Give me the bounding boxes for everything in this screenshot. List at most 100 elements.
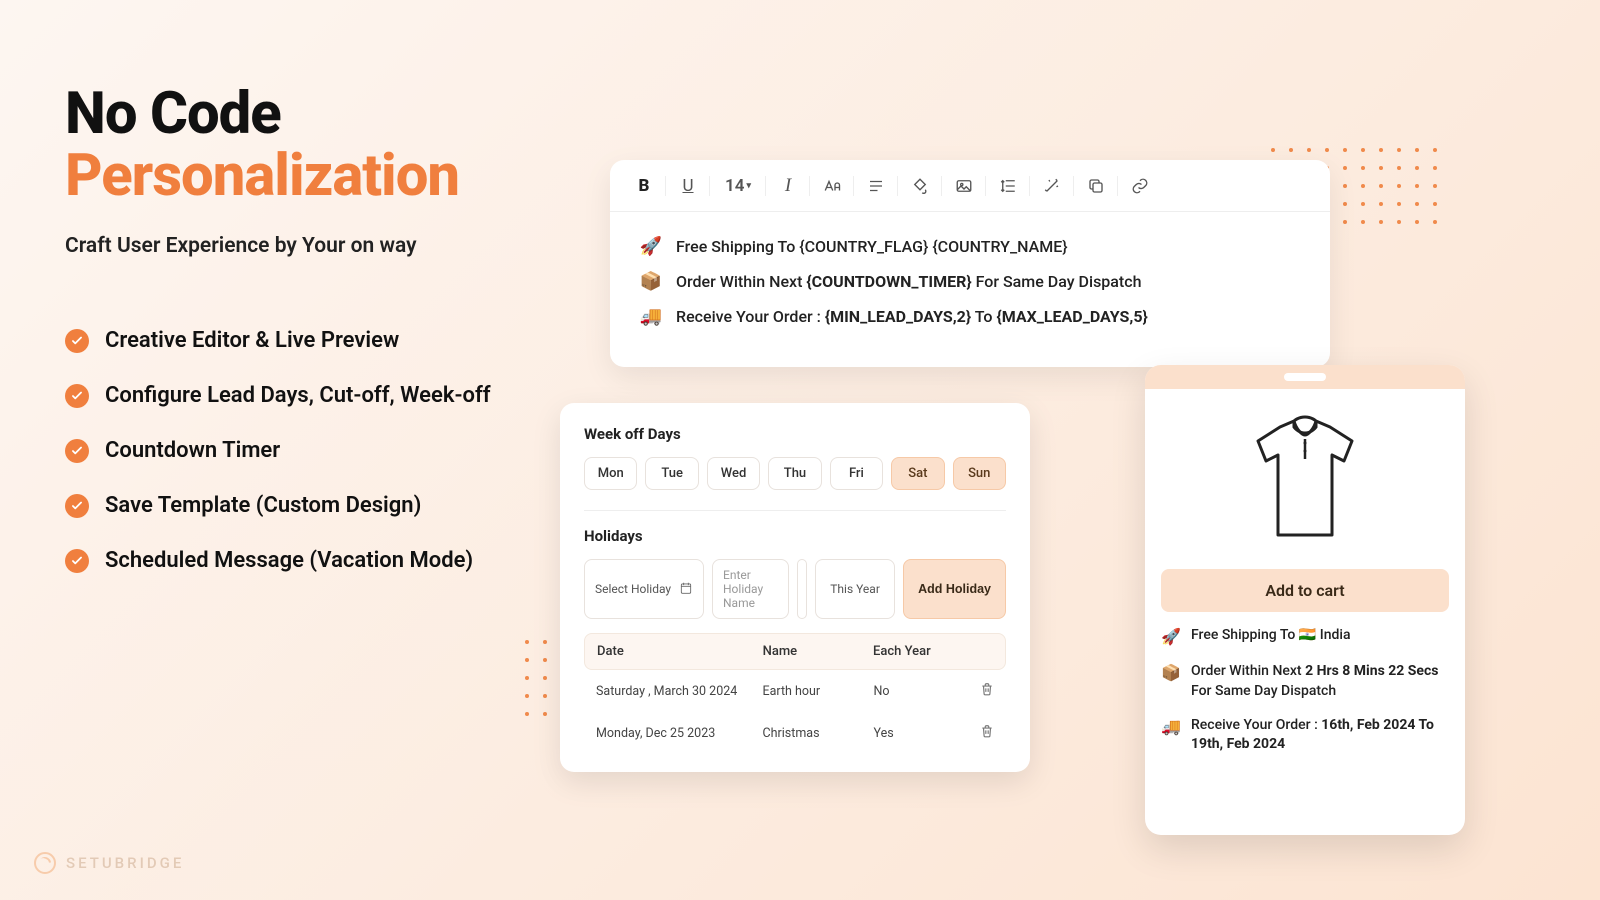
select-label: Select Holiday xyxy=(595,582,671,596)
delete-row-button[interactable] xyxy=(966,682,994,700)
holidays-rows: Saturday , March 30 2024Earth hourNoMond… xyxy=(584,670,1006,754)
add-holiday-button[interactable]: Add Holiday xyxy=(903,559,1006,619)
day-toggle-thu[interactable]: Thu xyxy=(768,457,821,490)
text: India xyxy=(1316,627,1350,643)
placeholder: Enter Holiday Name xyxy=(723,568,778,610)
brand-name: SETUBRIDGE xyxy=(66,854,184,872)
feature-label: Countdown Timer xyxy=(105,438,280,463)
subtitle: Craft User Experience by Your on way xyxy=(65,234,585,258)
spacing-button[interactable] xyxy=(986,170,1030,202)
add-to-cart-button[interactable]: Add to cart xyxy=(1161,569,1449,612)
timer-value: 2 Hrs 8 Mins 22 Secs xyxy=(1305,663,1438,679)
col-each: Each Year xyxy=(873,644,965,659)
italic-button[interactable]: I xyxy=(766,170,810,202)
text: For Same Day Dispatch xyxy=(1191,683,1336,699)
config-card: Week off Days MonTue WedThu FriSat Sun Holi… xyxy=(560,403,1030,772)
day-toggle-tue[interactable]: Tue xyxy=(645,457,698,490)
check-icon xyxy=(65,329,89,353)
day-toggle-sat[interactable]: Sat xyxy=(891,457,944,490)
holidays-title: Holidays xyxy=(584,527,1006,545)
font-size-value: 14 xyxy=(725,176,744,196)
truck-icon: 🚚 xyxy=(640,306,662,327)
feature-item: Scheduled Message (Vacation Mode) xyxy=(65,548,585,573)
editor-line: 🚀 Free Shipping To {COUNTRY_FLAG} {COUNT… xyxy=(640,236,1300,257)
select-holiday-dropdown[interactable]: Select Holiday xyxy=(584,559,704,619)
toggle-label: This Year xyxy=(830,582,880,596)
package-icon: 📦 xyxy=(1161,662,1181,701)
check-icon xyxy=(65,384,89,408)
text: Free Shipping To xyxy=(1191,627,1299,643)
check-icon xyxy=(65,494,89,518)
cell-each: Yes xyxy=(874,726,967,741)
copy-button[interactable] xyxy=(1074,170,1118,202)
feature-item: Countdown Timer xyxy=(65,438,585,463)
col-date: Date xyxy=(597,644,763,659)
preview-line: 🚚 Receive Your Order : 16th, Feb 2024 To… xyxy=(1161,716,1449,755)
this-year-toggle[interactable]: This Year xyxy=(815,559,895,619)
text: Receive Your Order : xyxy=(1191,717,1321,733)
headline-line2: Personalization xyxy=(65,142,585,210)
feature-item: Configure Lead Days, Cut-off, Week-off xyxy=(65,383,585,408)
image-button[interactable] xyxy=(942,170,986,202)
editor-line: 🚚 Receive Your Order : {MIN_LEAD_DAYS,2}… xyxy=(640,306,1300,327)
link-button[interactable] xyxy=(1118,170,1162,202)
weekoff-days: MonTue WedThu FriSat Sun xyxy=(584,457,1006,490)
text-case-button[interactable] xyxy=(810,170,854,202)
preview-phone: Add to cart 🚀 Free Shipping To 🇮🇳 India … xyxy=(1145,365,1465,835)
holiday-name-input[interactable]: Enter Holiday Name xyxy=(712,559,789,619)
day-toggle-wed[interactable]: Wed xyxy=(707,457,760,490)
feature-list: Creative Editor & Live Preview Configure… xyxy=(65,328,585,573)
day-toggle-sun[interactable]: Sun xyxy=(953,457,1006,490)
delete-row-button[interactable] xyxy=(966,724,994,742)
editor-text: Free Shipping To {COUNTRY_FLAG} {COUNTRY… xyxy=(676,237,1068,256)
underline-button[interactable]: U xyxy=(666,170,710,202)
check-icon xyxy=(65,549,89,573)
cell-date: Saturday , March 30 2024 xyxy=(596,684,763,699)
truck-icon: 🚚 xyxy=(1161,716,1181,755)
brand-footer: SETUBRIDGE xyxy=(34,852,184,874)
phone-notch xyxy=(1145,365,1465,389)
package-icon: 📦 xyxy=(640,271,662,292)
font-size-select[interactable]: 14▾ xyxy=(710,170,766,202)
fill-color-button[interactable] xyxy=(898,170,942,202)
editor-body[interactable]: 🚀 Free Shipping To {COUNTRY_FLAG} {COUNT… xyxy=(610,212,1330,347)
magic-button[interactable] xyxy=(1030,170,1074,202)
divider xyxy=(584,510,1006,511)
col-name: Name xyxy=(763,644,873,659)
day-toggle-fri[interactable]: Fri xyxy=(830,457,883,490)
text: For Same Day Dispatch xyxy=(972,272,1142,291)
calendar-icon xyxy=(679,581,693,598)
text: Receive Your Order : xyxy=(676,307,825,326)
preview-line: 📦 Order Within Next 2 Hrs 8 Mins 22 Secs… xyxy=(1161,662,1449,701)
hero-copy: No Code Personalization Craft User Exper… xyxy=(65,80,585,603)
rocket-icon: 🚀 xyxy=(1161,626,1181,648)
product-image xyxy=(1145,389,1465,569)
feature-label: Scheduled Message (Vacation Mode) xyxy=(105,548,473,573)
holidays-table-header: Date Name Each Year xyxy=(584,633,1006,670)
editor-card: B U 14▾ I 🚀 Free Shipping To {COUNTRY_FL… xyxy=(610,160,1330,367)
weekoff-title: Week off Days xyxy=(584,425,1006,443)
rocket-icon: 🚀 xyxy=(640,236,662,257)
text: To xyxy=(971,307,996,326)
token: {MAX_LEAD_DAYS,5} xyxy=(996,307,1147,326)
cell-date: Monday, Dec 25 2023 xyxy=(596,726,763,741)
table-row: Monday, Dec 25 2023ChristmasYes xyxy=(584,712,1006,754)
bold-button[interactable]: B xyxy=(622,170,666,202)
preview-line: 🚀 Free Shipping To 🇮🇳 India xyxy=(1161,626,1449,648)
tshirt-icon xyxy=(1240,409,1370,549)
token: {COUNTDOWN_TIMER} xyxy=(806,272,971,291)
cell-name: Christmas xyxy=(763,726,874,741)
feature-label: Configure Lead Days, Cut-off, Week-off xyxy=(105,383,491,408)
feature-item: Creative Editor & Live Preview xyxy=(65,328,585,353)
cell-each: No xyxy=(874,684,967,699)
editor-text: Receive Your Order : {MIN_LEAD_DAYS,2} T… xyxy=(676,307,1148,326)
day-toggle-mon[interactable]: Mon xyxy=(584,457,637,490)
preview-messages: 🚀 Free Shipping To 🇮🇳 India 📦 Order With… xyxy=(1145,626,1465,769)
feature-label: Save Template (Custom Design) xyxy=(105,493,421,518)
table-row: Saturday , March 30 2024Earth hourNo xyxy=(584,670,1006,712)
editor-text: Order Within Next {COUNTDOWN_TIMER} For … xyxy=(676,272,1141,291)
align-button[interactable] xyxy=(854,170,898,202)
editor-toolbar: B U 14▾ I xyxy=(610,160,1330,212)
token: {MIN_LEAD_DAYS,2} xyxy=(825,307,971,326)
flag-icon: 🇮🇳 xyxy=(1299,627,1316,643)
